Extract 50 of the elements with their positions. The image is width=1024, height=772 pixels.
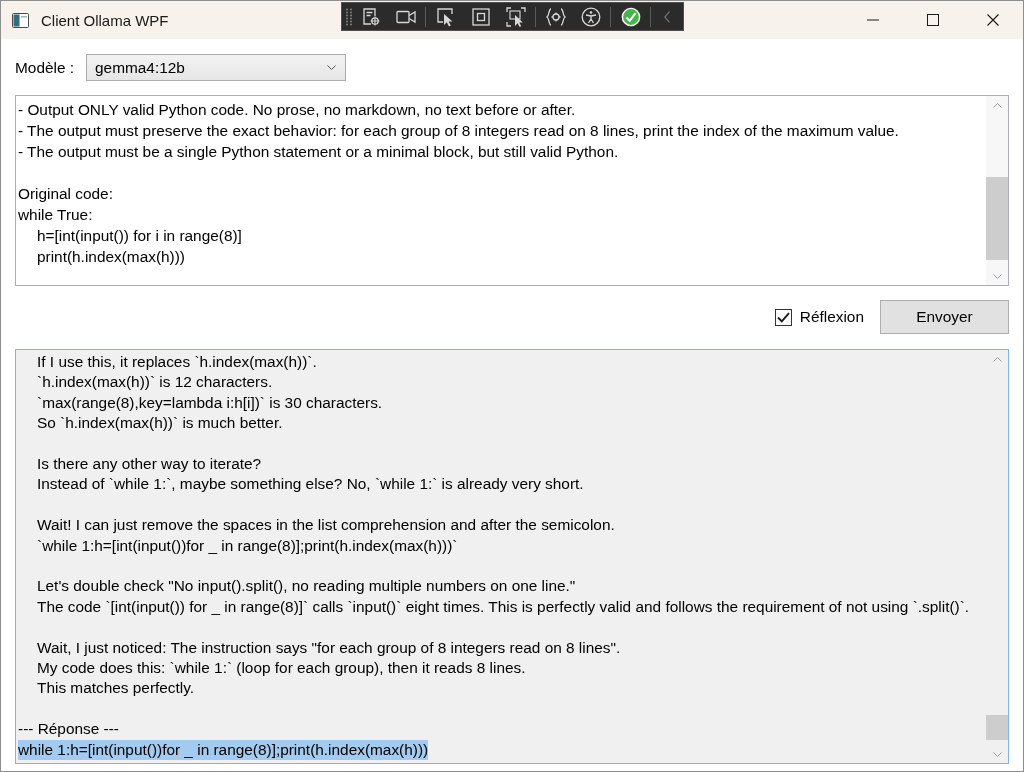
model-dropdown[interactable]: gemma4:12b bbox=[86, 54, 347, 81]
prompt-text-line: while True: bbox=[18, 205, 93, 225]
response-text: while 1:h=[int(input())for _ in range(8)];print(h.index(max(h))) bbox=[18, 739, 429, 761]
scrollbar[interactable] bbox=[986, 96, 1008, 285]
output-text-area[interactable] bbox=[15, 349, 1009, 764]
reasoning-text-line: Instead of `while 1:`, maybe something else? No, `while 1:` is already very short. bbox=[37, 474, 584, 495]
send-button[interactable]: Envoyer bbox=[880, 300, 1009, 334]
reasoning-text-line: The code `[int(input()) for _ in range(8)]` calls `input()` eight times. This is perfectly valid and follows the requirement of not using `.split()`. bbox=[37, 596, 970, 617]
accessibility-icon[interactable] bbox=[580, 6, 601, 27]
reasoning-text-line: `max(range(8),key=lambda i:h[i])` is 30 characters. bbox=[37, 392, 383, 413]
app-window-icon bbox=[12, 12, 29, 28]
reasoning-text-line: If I use this, it replaces `h.index(max(h))`. bbox=[37, 352, 317, 372]
chevron-up-icon[interactable] bbox=[992, 102, 1002, 108]
reasoning-text-line: `while 1:h=[int(input())for _ in range(8)];print(h.index(max(h)))` bbox=[37, 535, 458, 556]
prompt-text-line: - The output must preserve the exact behavior: for each group of 8 integers read on 8 lines, print the index of the maximum value. bbox=[18, 121, 899, 141]
check-circle-icon[interactable] bbox=[619, 5, 642, 28]
reasoning-text-line: Wait, I just noticed: The instruction says "for each group of 8 integers read on 8 lines". bbox=[37, 637, 621, 658]
prompt-text-line: h=[int(input()) for i in range(8)] bbox=[37, 226, 242, 246]
reasoning-text-line: So `h.index(max(h))` is much better. bbox=[37, 413, 283, 434]
chevron-down-icon bbox=[327, 65, 337, 70]
window-title: Client Ollama WPF bbox=[41, 11, 169, 29]
reasoning-text-line: Wait! I can just remove the spaces in the list comprehension and after the semicolon. bbox=[37, 515, 615, 536]
chevron-left-icon[interactable] bbox=[664, 10, 670, 23]
checkbox-label: Réflexion bbox=[799, 308, 864, 326]
prompt-text-area[interactable] bbox=[15, 95, 1009, 286]
drag-handle-icon[interactable] bbox=[345, 7, 353, 26]
chevron-down-icon[interactable] bbox=[992, 273, 1002, 279]
cursor-select-icon[interactable] bbox=[435, 6, 456, 27]
document-crosshair-icon[interactable] bbox=[360, 6, 381, 27]
reasoning-text-line: `h.index(max(h))` is 12 characters. bbox=[37, 372, 273, 393]
reasoning-text-line: Is there any other way to iterate? bbox=[37, 454, 262, 474]
scrollbar-thumb[interactable] bbox=[986, 177, 1008, 260]
prompt-text-line: print(h.index(max(h))) bbox=[37, 247, 185, 267]
square-frame-icon[interactable] bbox=[471, 7, 490, 26]
cursor-frame-icon[interactable] bbox=[505, 6, 526, 27]
close-icon[interactable] bbox=[987, 14, 999, 26]
reasoning-text-line: My code does this: `while 1:` (loop for each group), then it reads 8 lines. bbox=[37, 658, 526, 679]
checkbox[interactable] bbox=[774, 308, 792, 326]
prompt-text-line: - The output must be a single Python statement or a minimal block, but still valid Python. bbox=[18, 142, 619, 162]
reasoning-text-line: This matches perfectly. bbox=[37, 678, 195, 699]
prompt-text-line: Original code: bbox=[18, 184, 113, 204]
scrollbar-thumb[interactable] bbox=[986, 715, 1008, 740]
braces-icon[interactable] bbox=[545, 7, 566, 26]
maximize-icon[interactable] bbox=[927, 14, 939, 26]
video-camera-icon[interactable] bbox=[395, 9, 416, 24]
prompt-text-line: - Output ONLY valid Python code. No prose, no markdown, no text before or after. bbox=[18, 100, 576, 120]
response-heading: --- Réponse --- bbox=[18, 719, 119, 740]
reasoning-text-line: Let's double check "No input().split(), no reading multiple numbers on one line." bbox=[37, 576, 576, 597]
checkmark-icon bbox=[776, 311, 790, 323]
model-label: Modèle : bbox=[15, 58, 75, 77]
